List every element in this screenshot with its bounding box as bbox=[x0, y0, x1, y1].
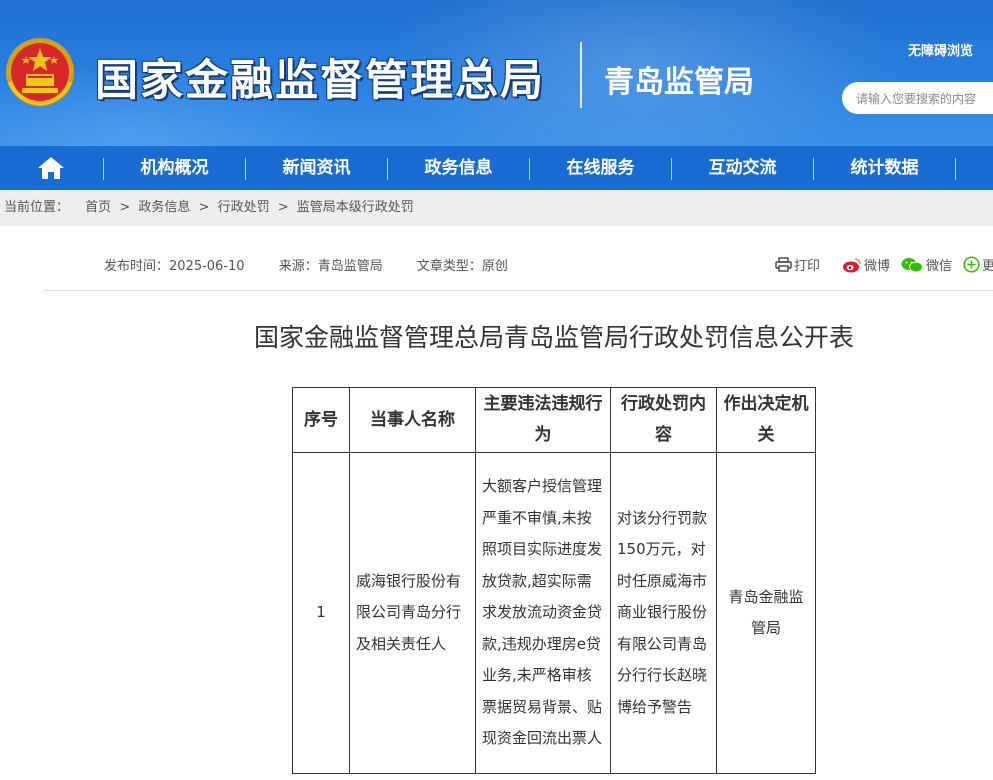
header-violation: 主要违法违规行为 bbox=[475, 387, 611, 453]
home-icon[interactable] bbox=[36, 155, 66, 181]
publish-time-label: 发布时间： bbox=[104, 259, 170, 274]
breadcrumb-label: 当前位置： bbox=[4, 200, 70, 215]
publish-time: 2025-06-10 bbox=[169, 259, 245, 274]
nav-item-org[interactable]: 机构概况 bbox=[104, 146, 245, 190]
source-value: 青岛监管局 bbox=[317, 259, 383, 274]
breadcrumb-separator: > bbox=[119, 200, 131, 215]
penalty-table: 序号 当事人名称 主要违法违规行为 行政处罚内容 作出决定机关 1 威海银行股份… bbox=[292, 387, 816, 774]
breadcrumb-current[interactable]: 监管局本级行政处罚 bbox=[297, 200, 414, 215]
printer-icon bbox=[775, 257, 792, 272]
wechat-icon bbox=[901, 257, 923, 272]
branch-title[interactable]: 青岛监管局 bbox=[604, 57, 754, 101]
article-type-value: 原创 bbox=[481, 259, 508, 274]
nav-item-statistics[interactable]: 统计数据 bbox=[814, 146, 955, 190]
cell-no: 1 bbox=[292, 452, 350, 774]
cell-violation: 大额客户授信管理严重不审慎,未按照项目实际进度发放贷款,超实际需求发放流动资金贷… bbox=[475, 452, 611, 774]
more-label: 更 bbox=[982, 259, 993, 274]
breadcrumb-penalty[interactable]: 行政处罚 bbox=[218, 200, 270, 215]
weibo-share-button[interactable]: 微博 bbox=[842, 255, 890, 274]
breadcrumb-home[interactable]: 首页 bbox=[85, 200, 111, 215]
source-label: 来源： bbox=[278, 259, 318, 274]
breadcrumb-separator: > bbox=[198, 200, 210, 215]
divider bbox=[44, 290, 993, 291]
site-title[interactable]: 国家金融监督管理总局 bbox=[95, 46, 545, 108]
breadcrumb-gov-info[interactable]: 政务信息 bbox=[138, 200, 190, 215]
search-input[interactable]: 请输入您要搜索的内容 bbox=[842, 82, 993, 114]
cell-party: 威海银行股份有限公司青岛分行及相关责任人 bbox=[349, 452, 476, 774]
nav-item-gov-info[interactable]: 政务信息 bbox=[388, 146, 529, 190]
weibo-label: 微博 bbox=[864, 259, 891, 274]
plus-circle-icon bbox=[963, 256, 980, 273]
breadcrumb-separator: > bbox=[277, 200, 289, 215]
article-type-label: 文章类型： bbox=[416, 259, 482, 274]
more-share-button[interactable]: 更 bbox=[963, 255, 993, 274]
cell-penalty: 对该分行罚款150万元，对时任原威海市商业银行股份有限公司青岛分行行长赵晓博给予… bbox=[610, 452, 717, 774]
national-emblem-icon[interactable] bbox=[4, 36, 76, 108]
nav-item-interaction[interactable]: 互动交流 bbox=[672, 146, 813, 190]
table-row: 1 威海银行股份有限公司青岛分行及相关责任人 大额客户授信管理严重不审慎,未按照… bbox=[292, 452, 816, 774]
site-header: 国家金融监督管理总局 青岛监管局 无障碍浏览 请输入您要搜索的内容 bbox=[0, 0, 993, 146]
header-no: 序号 bbox=[292, 387, 350, 453]
wechat-share-button[interactable]: 微信 bbox=[901, 255, 952, 274]
nav-item-online-service[interactable]: 在线服务 bbox=[530, 146, 671, 190]
header-penalty: 行政处罚内容 bbox=[610, 387, 717, 453]
title-divider bbox=[580, 42, 582, 108]
table-header-row: 序号 当事人名称 主要违法违规行为 行政处罚内容 作出决定机关 bbox=[292, 387, 816, 453]
header-authority: 作出决定机关 bbox=[716, 387, 816, 453]
article-title: 国家金融监督管理总局青岛监管局行政处罚信息公开表 bbox=[253, 323, 854, 352]
header-party: 当事人名称 bbox=[349, 387, 476, 453]
wechat-label: 微信 bbox=[926, 259, 953, 274]
cell-authority: 青岛金融监管局 bbox=[716, 452, 816, 774]
main-nav: 机构概况 新闻资讯 政务信息 在线服务 互动交流 统计数据 bbox=[0, 146, 993, 190]
breadcrumb: 当前位置： 首页 > 政务信息 > 行政处罚 > 监管局本级行政处罚 bbox=[0, 190, 993, 226]
nav-separator bbox=[955, 158, 956, 180]
accessibility-link[interactable]: 无障碍浏览 bbox=[908, 40, 973, 59]
article-meta: 发布时间：2025-06-10 来源：青岛监管局 文章类型：原创 bbox=[104, 255, 538, 274]
print-label: 打印 bbox=[794, 259, 821, 274]
print-button[interactable]: 打印 bbox=[775, 255, 820, 274]
weibo-icon bbox=[843, 257, 861, 272]
nav-item-news[interactable]: 新闻资讯 bbox=[246, 146, 387, 190]
